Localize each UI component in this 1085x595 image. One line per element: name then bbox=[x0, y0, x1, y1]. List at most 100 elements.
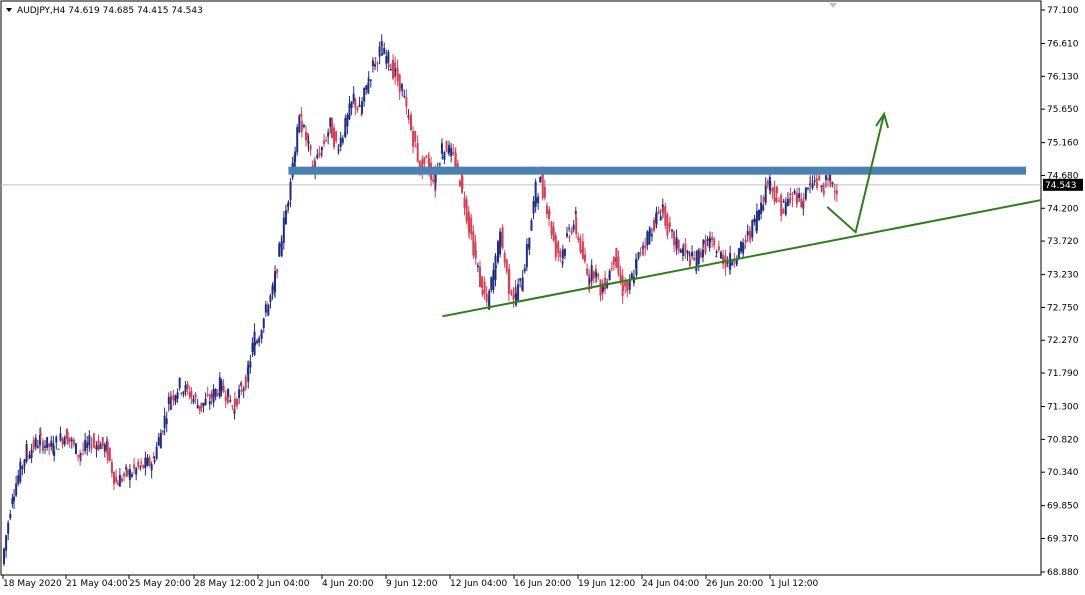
price-tick-label: 77.100 bbox=[1047, 6, 1079, 16]
candle-bullish bbox=[86, 442, 89, 449]
candle-bullish bbox=[79, 453, 82, 455]
candle-bearish bbox=[26, 452, 29, 454]
price-tick-label: 74.200 bbox=[1047, 204, 1079, 214]
candle-bearish bbox=[474, 250, 477, 258]
candle-bullish bbox=[174, 395, 177, 403]
price-tick-label: 71.300 bbox=[1047, 403, 1079, 413]
candle-bearish bbox=[657, 211, 660, 214]
candle-bearish bbox=[541, 173, 544, 198]
candle-bearish bbox=[485, 293, 488, 302]
candle-bullish bbox=[679, 249, 682, 253]
candle-bullish bbox=[348, 103, 351, 120]
candle-bullish bbox=[264, 304, 267, 313]
time-tick-label: 25 May 20:00 bbox=[129, 579, 191, 589]
candle-bullish bbox=[671, 229, 674, 232]
candle-bullish bbox=[269, 295, 272, 303]
candle-bearish bbox=[452, 151, 455, 154]
chart-window[interactable]: AUDJPY,H4 74.619 74.685 74.415 74.543 77… bbox=[0, 0, 1085, 595]
candle-bearish bbox=[612, 256, 615, 265]
candle-bullish bbox=[381, 52, 384, 56]
candle-bullish bbox=[135, 468, 138, 475]
resistance-zone bbox=[288, 166, 1026, 175]
candle-bearish bbox=[387, 65, 390, 67]
candle-bearish bbox=[376, 63, 379, 65]
candle-bullish bbox=[709, 238, 712, 243]
candle-bearish bbox=[470, 217, 473, 235]
candle-bearish bbox=[335, 131, 338, 142]
candle-bullish bbox=[492, 270, 495, 291]
candle-bullish bbox=[178, 377, 181, 388]
candle-bullish bbox=[753, 218, 756, 222]
symbol-ohlc-header: AUDJPY,H4 74.619 74.685 74.415 74.543 bbox=[17, 6, 203, 16]
candle-bullish bbox=[786, 198, 789, 207]
candle-bearish bbox=[97, 440, 100, 450]
candle-bullish bbox=[296, 127, 299, 153]
candle-bearish bbox=[626, 281, 629, 292]
candle-bearish bbox=[276, 269, 279, 274]
time-tick-label: 28 May 12:00 bbox=[194, 579, 256, 589]
candle-bearish bbox=[392, 59, 395, 79]
candle-bearish bbox=[644, 245, 647, 248]
candle-bearish bbox=[412, 131, 415, 147]
candle-bearish bbox=[662, 207, 665, 214]
candle-bearish bbox=[711, 236, 714, 240]
candle-bullish bbox=[128, 468, 131, 481]
candle-bullish bbox=[403, 95, 406, 97]
time-tick-label: 18 May 2020 bbox=[3, 579, 62, 589]
candle-bullish bbox=[806, 188, 809, 190]
candle-bearish bbox=[800, 198, 803, 208]
time-tick-label: 4 Jun 20:00 bbox=[322, 579, 374, 589]
candle-bearish bbox=[666, 214, 669, 236]
candle-bullish bbox=[50, 440, 53, 447]
candle-bearish bbox=[240, 389, 243, 393]
candle-bearish bbox=[791, 198, 794, 200]
candle-bullish bbox=[155, 446, 158, 459]
candle-bearish bbox=[322, 140, 325, 144]
candle-bullish bbox=[7, 522, 10, 534]
candle-bearish bbox=[664, 206, 667, 226]
candle-bullish bbox=[289, 181, 292, 200]
candle-bullish bbox=[755, 211, 758, 231]
candle-bullish bbox=[572, 224, 575, 230]
candle-bullish bbox=[514, 293, 517, 306]
candle-bullish bbox=[59, 433, 62, 441]
price-tick-label: 68.880 bbox=[1047, 568, 1079, 578]
candle-bullish bbox=[697, 249, 700, 264]
candle-bearish bbox=[796, 193, 799, 204]
price-tick-label: 69.850 bbox=[1047, 502, 1079, 512]
candle-bearish bbox=[505, 259, 508, 272]
candle-bullish bbox=[258, 337, 261, 343]
candle-bearish bbox=[409, 114, 412, 131]
candle-bearish bbox=[186, 383, 189, 389]
candle-bullish bbox=[476, 265, 479, 268]
candle-bearish bbox=[126, 469, 129, 476]
candle-bullish bbox=[5, 535, 8, 551]
candle-bullish bbox=[701, 249, 704, 258]
candle-bullish bbox=[327, 132, 330, 137]
price-tick-label: 76.130 bbox=[1047, 72, 1079, 82]
candle-bearish bbox=[552, 226, 555, 241]
candle-bullish bbox=[401, 89, 404, 91]
candle-bullish bbox=[278, 243, 281, 257]
candle-bearish bbox=[414, 145, 417, 147]
candle-bullish bbox=[9, 514, 12, 519]
price-tick-label: 73.720 bbox=[1047, 237, 1079, 247]
candle-bullish bbox=[675, 237, 678, 249]
candle-bullish bbox=[525, 244, 528, 268]
price-chart[interactable]: AUDJPY,H4 74.619 74.685 74.415 74.543 77… bbox=[0, 0, 1085, 595]
candle-bearish bbox=[318, 152, 321, 155]
candle-bullish bbox=[17, 475, 20, 484]
candle-bearish bbox=[617, 256, 620, 274]
candle-bearish bbox=[137, 461, 140, 467]
candle-bullish bbox=[43, 445, 46, 448]
candle-bearish bbox=[619, 273, 622, 281]
candle-bearish bbox=[206, 394, 209, 396]
candle-bullish bbox=[537, 196, 540, 204]
candle-bullish bbox=[316, 154, 319, 159]
candle-bullish bbox=[691, 252, 694, 257]
candle-bullish bbox=[535, 197, 538, 203]
current-price-tag: 74.543 bbox=[1043, 178, 1083, 191]
candle-bullish bbox=[695, 251, 698, 268]
price-tick-label: 70.340 bbox=[1047, 468, 1079, 478]
candle-bullish bbox=[539, 176, 542, 183]
